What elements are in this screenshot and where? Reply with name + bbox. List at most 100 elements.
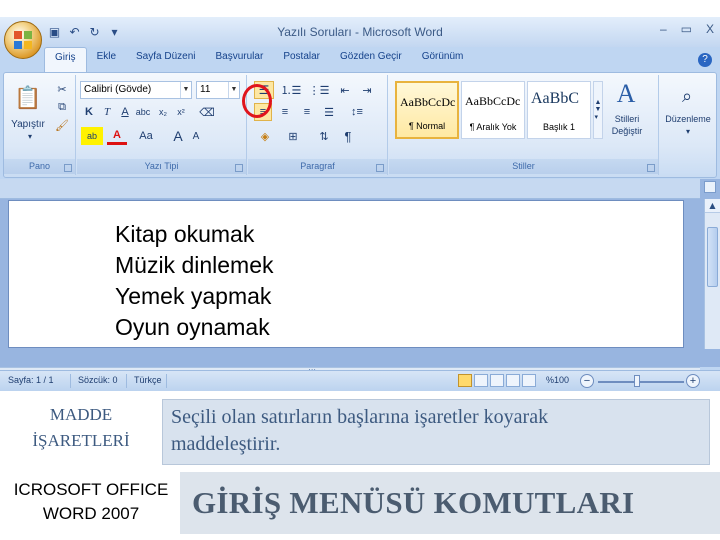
save-icon[interactable]: ▣ — [46, 24, 63, 40]
document-line[interactable]: Müzik dinlemek — [115, 252, 274, 279]
format-painter-icon[interactable]: 🖌 — [54, 117, 70, 133]
status-divider — [166, 374, 167, 388]
document-page[interactable]: Kitap okumak Müzik dinlemek Yemek yapmak… — [8, 200, 684, 348]
binoculars-icon[interactable]: ⌕ — [674, 83, 700, 109]
change-styles-label-2[interactable]: Değiştir — [603, 125, 651, 137]
page-count[interactable]: Sayfa: 1 / 1 — [8, 375, 54, 385]
zoom-slider-thumb[interactable] — [634, 375, 640, 387]
quick-access-toolbar: ▣ ↶ ↻ ▾ — [46, 24, 123, 40]
font-size-combo[interactable]: 11 ▼ — [196, 81, 240, 99]
change-styles-label-1[interactable]: Stilleri — [603, 113, 651, 125]
subscript-icon[interactable]: x₂ — [155, 103, 171, 121]
qat-dropdown-icon[interactable]: ▾ — [106, 24, 123, 40]
underline-button[interactable]: A — [117, 103, 133, 121]
styles-scroll-icon[interactable]: ▲ ▼ ▾ — [593, 81, 603, 139]
close-button[interactable]: X — [706, 22, 714, 36]
status-divider — [126, 374, 127, 388]
clear-format-icon[interactable]: ⌫ — [197, 103, 217, 121]
tab-gozden-gecir[interactable]: Gözden Geçir — [330, 47, 412, 73]
highlight-circle — [242, 84, 272, 118]
window-controls: – ▭ X — [660, 22, 714, 36]
zoom-out-icon[interactable]: − — [580, 374, 594, 388]
vertical-scrollbar[interactable]: ▲ — [704, 199, 720, 349]
align-right-icon[interactable]: ≡ — [298, 103, 316, 121]
italic-button[interactable]: T — [99, 103, 115, 121]
font-launcher-icon[interactable] — [235, 164, 243, 172]
help-icon[interactable]: ? — [698, 53, 712, 67]
document-line[interactable]: Kitap okumak — [115, 221, 254, 248]
tab-gorunum[interactable]: Görünüm — [412, 47, 474, 73]
font-name-dropdown-icon[interactable]: ▼ — [180, 82, 191, 98]
tab-ekle[interactable]: Ekle — [87, 47, 126, 73]
decrease-indent-icon[interactable]: ⇤ — [336, 81, 354, 99]
ruler-toggle-icon[interactable] — [704, 181, 716, 193]
paste-icon[interactable]: 📋 — [14, 81, 42, 115]
zoom-slider[interactable] — [598, 381, 684, 383]
align-center-icon[interactable]: ≡ — [276, 103, 294, 121]
shrink-font-button[interactable]: A — [187, 127, 205, 145]
group-label-paragraf: Paragraf — [248, 159, 387, 174]
word-count[interactable]: Sözcük: 0 — [78, 375, 118, 385]
paste-button-label[interactable]: Yapıştır — [6, 117, 50, 131]
document-line[interactable]: Oyun oynamak — [115, 314, 270, 341]
draft-view-icon[interactable] — [522, 374, 536, 387]
line-spacing-icon[interactable]: ↕≡ — [346, 103, 368, 121]
sort-icon[interactable]: ⇅ — [314, 127, 334, 145]
grow-font-button[interactable]: A — [169, 127, 187, 145]
cut-icon[interactable]: ✂ — [54, 81, 70, 97]
group-stiller: AaBbCcDc ¶ Normal AaBbCcDc ¶ Aralık Yok … — [389, 75, 659, 175]
tab-sayfa-duzeni[interactable]: Sayfa Düzeni — [126, 47, 205, 73]
redo-icon[interactable]: ↻ — [86, 24, 103, 40]
tab-postalar[interactable]: Postalar — [273, 47, 330, 73]
tab-giris[interactable]: Giriş — [44, 47, 87, 73]
ribbon-tabs: Giriş Ekle Sayfa Düzeni Başvurular Posta… — [44, 47, 720, 73]
show-marks-icon[interactable]: ¶ — [338, 127, 358, 145]
style-sample: AaBbCcDc — [465, 94, 521, 108]
zoom-level[interactable]: %100 — [546, 375, 569, 385]
style-heading-1[interactable]: AaBbC Başlık 1 — [527, 81, 591, 139]
vertical-scroll-thumb[interactable] — [707, 227, 718, 287]
change-styles-icon[interactable]: A — [609, 79, 643, 109]
tab-basvurular[interactable]: Başvurular — [206, 47, 274, 73]
font-color-icon[interactable]: A — [107, 127, 127, 145]
minimize-button[interactable]: – — [660, 22, 667, 36]
font-name-combo[interactable]: Calibri (Gövde) ▼ — [80, 81, 192, 99]
office-logo-icon — [14, 31, 32, 49]
print-layout-view-icon[interactable] — [458, 374, 472, 387]
styles-launcher-icon[interactable] — [647, 164, 655, 172]
superscript-icon[interactable]: x² — [173, 103, 189, 121]
copy-icon[interactable]: ⧉ — [54, 99, 70, 115]
undo-icon[interactable]: ↶ — [66, 24, 83, 40]
full-screen-view-icon[interactable] — [474, 374, 488, 387]
font-size-dropdown-icon[interactable]: ▼ — [228, 82, 239, 98]
justify-icon[interactable]: ☰ — [320, 103, 338, 121]
group-label-stiller: Stiller — [389, 159, 658, 174]
shading-icon[interactable]: ◈ — [254, 127, 276, 145]
paste-dropdown-icon[interactable]: ▾ — [8, 131, 52, 141]
paragraph-launcher-icon[interactable] — [376, 164, 384, 172]
document-line[interactable]: Yemek yapmak — [115, 283, 271, 310]
numbering-icon[interactable]: ⒈☰ — [280, 81, 302, 99]
borders-icon[interactable]: ⊞ — [282, 127, 304, 145]
editing-label[interactable]: Düzenleme — [660, 113, 716, 125]
pano-launcher-icon[interactable] — [64, 164, 72, 172]
style-name: Başlık 1 — [542, 122, 575, 132]
bold-button[interactable]: K — [81, 103, 97, 121]
office-button[interactable] — [4, 21, 42, 59]
multilevel-list-icon[interactable]: ⋮☰ — [308, 81, 330, 99]
editing-dropdown-icon[interactable]: ▾ — [660, 125, 716, 137]
slide-heading: GİRİŞ MENÜSÜ KOMUTLARI — [180, 472, 720, 534]
scroll-up-icon[interactable]: ▲ — [705, 199, 720, 213]
outline-view-icon[interactable] — [506, 374, 520, 387]
web-layout-view-icon[interactable] — [490, 374, 504, 387]
strikethrough-icon[interactable]: abc — [135, 103, 151, 121]
change-case-button[interactable]: Aa — [135, 127, 157, 145]
maximize-button[interactable]: ▭ — [681, 22, 692, 36]
increase-indent-icon[interactable]: ⇥ — [358, 81, 376, 99]
highlight-icon[interactable]: ab — [81, 127, 103, 145]
style-normal[interactable]: AaBbCcDc ¶ Normal — [395, 81, 459, 139]
zoom-in-icon[interactable]: + — [686, 374, 700, 388]
style-no-spacing[interactable]: AaBbCcDc ¶ Aralık Yok — [461, 81, 525, 139]
language-indicator[interactable]: Türkçe — [134, 375, 162, 385]
group-label-yazi-tipi: Yazı Tipi — [77, 159, 246, 174]
